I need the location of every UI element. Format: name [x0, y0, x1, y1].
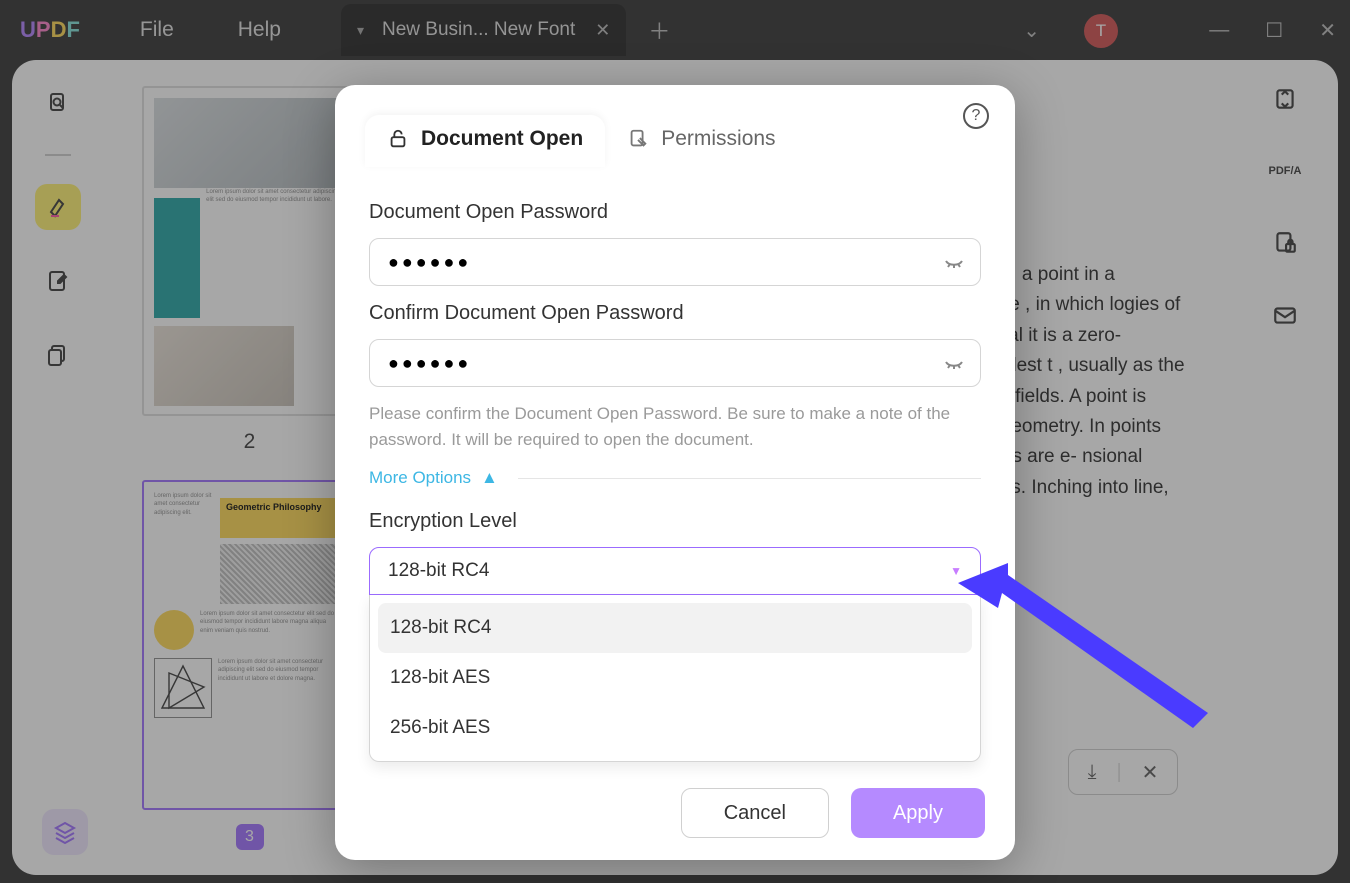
tab-permissions[interactable]: Permissions: [605, 115, 797, 167]
confirm-password-label: Confirm Document Open Password: [369, 302, 981, 325]
password-input[interactable]: ●●●●●●: [369, 238, 981, 286]
password-label: Document Open Password: [369, 201, 981, 224]
encryption-label: Encryption Level: [369, 510, 981, 533]
eye-icon[interactable]: [942, 251, 966, 275]
modal-tabs: Document Open Permissions: [335, 85, 1015, 167]
password-modal: ? Document Open Permissions Document Ope…: [335, 85, 1015, 860]
cancel-button[interactable]: Cancel: [681, 788, 829, 838]
eye-icon[interactable]: [942, 352, 966, 376]
encryption-select[interactable]: 128-bit RC4 ▼: [369, 547, 981, 595]
help-icon[interactable]: ?: [963, 103, 989, 129]
more-options-toggle[interactable]: More Options ▲: [369, 468, 981, 488]
confirm-password-input[interactable]: ●●●●●●: [369, 339, 981, 387]
chevron-down-icon: ▼: [950, 564, 962, 578]
encryption-dropdown: 128-bit RC4 128-bit AES 256-bit AES: [369, 595, 981, 762]
triangle-up-icon: ▲: [481, 468, 498, 488]
encryption-option[interactable]: 128-bit RC4: [378, 603, 972, 653]
encryption-option[interactable]: 256-bit AES: [378, 703, 972, 753]
apply-button[interactable]: Apply: [851, 788, 985, 838]
encryption-option[interactable]: 128-bit AES: [378, 653, 972, 703]
password-hint: Please confirm the Document Open Passwor…: [369, 401, 981, 452]
tab-document-open[interactable]: Document Open: [365, 115, 605, 167]
